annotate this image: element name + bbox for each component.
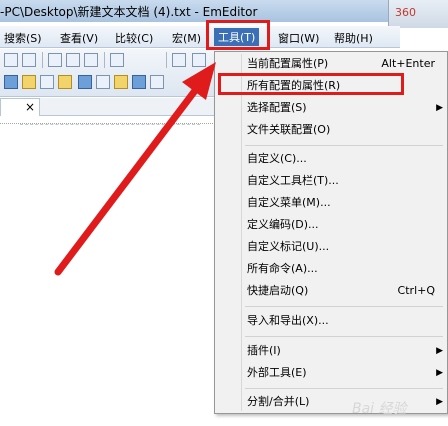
annotation-arrow-icon bbox=[54, 62, 216, 276]
watermark: Bai 经验 bbox=[352, 401, 407, 417]
